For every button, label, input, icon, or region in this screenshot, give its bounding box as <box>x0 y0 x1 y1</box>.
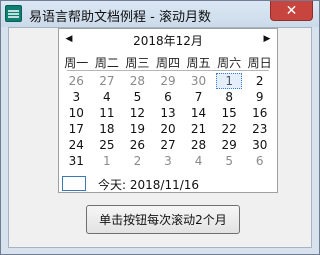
day-cell[interactable]: 14 <box>183 105 214 121</box>
weekday-label: 周六 <box>217 56 242 70</box>
day-cell[interactable]: 27 <box>153 137 184 153</box>
next-month-icon[interactable]: ▶ <box>260 32 274 46</box>
day-cell[interactable]: 4 <box>183 153 214 169</box>
calendar-divider <box>67 70 269 71</box>
day-cell[interactable]: 24 <box>61 137 92 153</box>
day-cell[interactable]: 23 <box>244 121 275 137</box>
close-icon: ✕ <box>285 2 298 19</box>
day-cell[interactable]: 15 <box>214 105 245 121</box>
window-title: 易语言帮助文档例程 - 滚动月数 <box>29 10 211 25</box>
day-cell[interactable]: 2 <box>122 153 153 169</box>
day-cell[interactable]: 27 <box>92 73 123 89</box>
day-cell[interactable]: 26 <box>61 73 92 89</box>
day-cell[interactable]: 19 <box>122 121 153 137</box>
day-cell[interactable]: 31 <box>61 153 92 169</box>
weekday-label: 周四 <box>155 56 180 70</box>
day-cell[interactable]: 29 <box>214 137 245 153</box>
day-cell[interactable]: 30 <box>183 73 214 89</box>
day-cell[interactable]: 7 <box>183 89 214 105</box>
day-cell[interactable]: 21 <box>183 121 214 137</box>
day-cell[interactable]: 2 <box>244 73 275 89</box>
weekday-label: 周三 <box>125 56 150 70</box>
day-cell[interactable]: 26 <box>122 137 153 153</box>
day-cell[interactable]: 4 <box>92 89 123 105</box>
day-cell[interactable]: 9 <box>244 89 275 105</box>
weekday-label: 周日 <box>247 56 272 70</box>
close-button[interactable]: ✕ <box>270 1 313 21</box>
client-area: ◀ 2018年12月 ▶ 周一 周二 周三 周四 周五 周六 周日 26 27 … <box>8 27 312 248</box>
day-grid: 26 27 28 29 30 1 2 3 4 5 6 7 8 9 10 11 1… <box>61 73 275 169</box>
month-title[interactable]: 2018年12月 <box>59 32 277 49</box>
title-bar[interactable]: 易语言帮助文档例程 - 滚动月数 ✕ <box>1 1 319 27</box>
day-cell[interactable]: 6 <box>244 153 275 169</box>
scroll-two-months-button[interactable]: 单击按钮每次滚动2个月 <box>86 205 240 234</box>
day-cell[interactable]: 18 <box>92 121 123 137</box>
day-cell[interactable]: 28 <box>122 73 153 89</box>
main-window: 易语言帮助文档例程 - 滚动月数 ✕ ◀ 2018年12月 ▶ 周一 周二 周三… <box>0 0 320 255</box>
day-cell[interactable]: 28 <box>183 137 214 153</box>
day-cell[interactable]: 8 <box>214 89 245 105</box>
day-cell[interactable]: 12 <box>122 105 153 121</box>
day-cell[interactable]: 13 <box>153 105 184 121</box>
weekday-header: 周一 周二 周三 周四 周五 周六 周日 <box>61 54 275 70</box>
day-cell[interactable]: 20 <box>153 121 184 137</box>
day-cell[interactable]: 22 <box>214 121 245 137</box>
day-cell[interactable]: 3 <box>61 89 92 105</box>
day-cell[interactable]: 16 <box>244 105 275 121</box>
today-label[interactable]: 今天: 2018/11/16 <box>98 176 199 193</box>
day-cell[interactable]: 25 <box>92 137 123 153</box>
day-cell[interactable]: 6 <box>153 89 184 105</box>
month-calendar[interactable]: ◀ 2018年12月 ▶ 周一 周二 周三 周四 周五 周六 周日 26 27 … <box>58 28 278 193</box>
day-cell[interactable]: 17 <box>61 121 92 137</box>
weekday-label: 周一 <box>64 56 89 70</box>
day-cell[interactable]: 11 <box>92 105 123 121</box>
day-cell[interactable]: 5 <box>214 153 245 169</box>
day-cell[interactable]: 5 <box>122 89 153 105</box>
day-cell[interactable]: 1 <box>92 153 123 169</box>
day-cell[interactable]: 3 <box>153 153 184 169</box>
weekday-label: 周二 <box>94 56 119 70</box>
weekday-label: 周五 <box>186 56 211 70</box>
calendar-header: ◀ 2018年12月 ▶ <box>59 29 277 51</box>
day-cell[interactable]: 10 <box>61 105 92 121</box>
app-icon <box>5 5 22 22</box>
day-cell[interactable]: 30 <box>244 137 275 153</box>
day-cell[interactable]: 29 <box>153 73 184 89</box>
today-row[interactable]: 今天: 2018/11/16 <box>62 176 232 192</box>
day-cell-selected[interactable]: 1 <box>214 73 245 89</box>
today-marker-box <box>62 176 86 191</box>
